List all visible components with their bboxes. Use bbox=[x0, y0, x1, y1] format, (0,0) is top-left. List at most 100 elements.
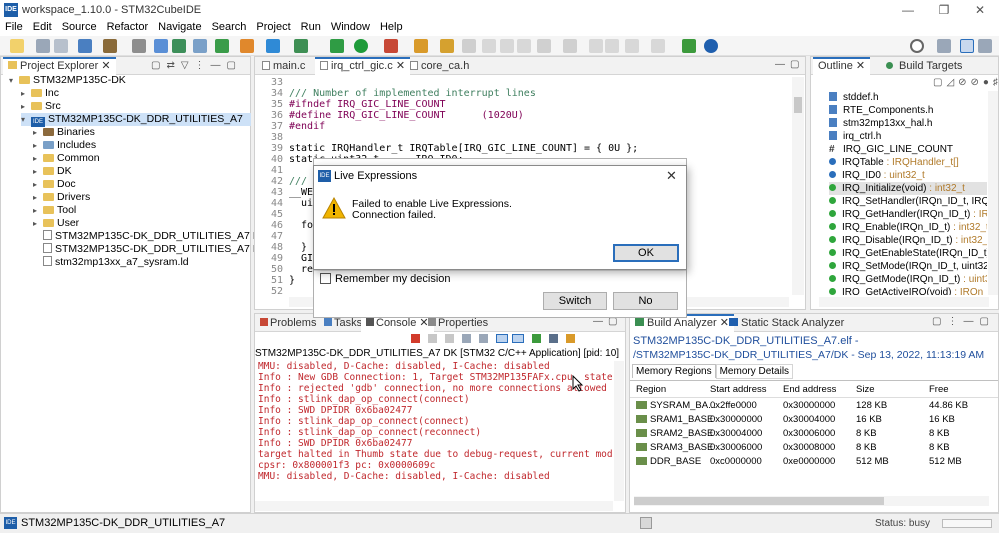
tab-irq-ctrl-gic-c[interactable]: irq_ctrl_gic.c ✕ bbox=[315, 57, 411, 75]
tree-item-cfg[interactable]: STM32MP135C-DK_DDR_UTILITIES_A7 DK.cfg bbox=[43, 230, 284, 243]
outline-hscrollbar[interactable] bbox=[819, 297, 989, 307]
new-icon[interactable] bbox=[10, 39, 24, 53]
open-console-icon[interactable] bbox=[566, 334, 575, 343]
outline-item[interactable]: IRQ_Initialize(void) : int32_t bbox=[829, 182, 987, 195]
tree-item-ld[interactable]: stm32mp13xx_a7_sysram.ld bbox=[43, 256, 189, 269]
search-icon[interactable] bbox=[910, 39, 924, 53]
no-button[interactable]: No bbox=[613, 292, 678, 310]
tree-item-drivers[interactable]: ▸ Drivers bbox=[33, 191, 90, 204]
back-icon[interactable] bbox=[605, 39, 619, 53]
outline-item[interactable]: # IRQ_GIC_LINE_COUNT bbox=[829, 143, 953, 156]
open-type-icon[interactable] bbox=[440, 39, 454, 53]
scroll-lock-icon[interactable] bbox=[479, 334, 488, 343]
subtab-memory-regions[interactable]: Memory Regions bbox=[632, 364, 716, 378]
device-icon[interactable] bbox=[132, 39, 146, 53]
outline-item[interactable]: IRQ_GetEnableState(IRQn_ID_t) : uin bbox=[829, 247, 987, 260]
run-icon[interactable] bbox=[354, 39, 368, 53]
refresh-icon[interactable] bbox=[172, 39, 186, 53]
outline-item[interactable]: IRQ_Disable(IRQn_ID_t) : int32_t bbox=[829, 234, 987, 247]
save-all-icon[interactable] bbox=[54, 39, 68, 53]
table-row[interactable]: SRAM1_BASE 0x30000000 0x30004000 16 KB 16 KB bbox=[630, 413, 998, 426]
open-task-icon[interactable] bbox=[414, 39, 428, 53]
target-icon[interactable] bbox=[193, 39, 207, 53]
column-header[interactable]: End address bbox=[783, 383, 836, 396]
info-icon[interactable] bbox=[704, 39, 718, 53]
analyzer-hscrollbar[interactable] bbox=[634, 496, 989, 506]
external-tools-icon[interactable] bbox=[240, 39, 254, 53]
tree-item-common[interactable]: ▸ Common bbox=[33, 152, 100, 165]
minimize-button[interactable]: — bbox=[893, 2, 923, 18]
menu-refactor[interactable]: Refactor bbox=[102, 20, 154, 34]
table-row[interactable]: SYSRAM_BA... 0x2ffe0000 0x30000000 128 KB 44… bbox=[630, 399, 998, 412]
coverage-icon[interactable] bbox=[294, 39, 308, 53]
forward-nav-icon[interactable] bbox=[651, 39, 665, 53]
progress-icon[interactable] bbox=[640, 517, 652, 529]
menu-run[interactable]: Run bbox=[296, 20, 326, 34]
editor-vertical-scrollbar[interactable] bbox=[792, 77, 804, 295]
menu-navigate[interactable]: Navigate bbox=[153, 20, 206, 34]
maximize-button[interactable]: ❐ bbox=[929, 2, 959, 18]
outline-item[interactable]: IRQ_GetMode(IRQn_ID_t) : uint32_t bbox=[829, 273, 987, 286]
menu-edit[interactable]: Edit bbox=[28, 20, 57, 34]
new-class-icon[interactable] bbox=[266, 39, 280, 53]
tab-project-explorer[interactable]: Project Explorer ✕ bbox=[3, 57, 116, 75]
outline-item[interactable]: IRQ_Enable(IRQn_ID_t) : int32_t bbox=[829, 221, 987, 234]
toggle-mark-icon[interactable] bbox=[482, 39, 496, 53]
tree-item-project[interactable]: ▾ STM32MP135C-DK bbox=[9, 74, 126, 87]
remember-decision-row[interactable]: Remember my decision bbox=[320, 273, 451, 287]
menu-help[interactable]: Help bbox=[375, 20, 408, 34]
tab-problems[interactable]: Problems bbox=[255, 314, 321, 332]
tab-outline[interactable]: Outline ✕ bbox=[813, 57, 871, 75]
close-tab-icon[interactable]: ✕ bbox=[856, 60, 865, 72]
tree-item-includes[interactable]: ▸ Includes bbox=[33, 139, 96, 152]
menu-project[interactable]: Project bbox=[251, 20, 295, 34]
outline-item[interactable]: stm32mp13xx_hal.h bbox=[829, 117, 933, 130]
search-tool-icon[interactable] bbox=[154, 39, 168, 53]
outline-item[interactable]: IRQ_SetMode(IRQn_ID_t, uint32_t) bbox=[829, 260, 987, 273]
prev-annotation-icon[interactable] bbox=[563, 39, 577, 53]
tab-static-stack-analyzer[interactable]: Static Stack Analyzer bbox=[724, 314, 849, 332]
tab-build-targets[interactable]: Build Targets bbox=[881, 57, 967, 75]
table-row[interactable]: SRAM2_BASE 0x30004000 0x30006000 8 KB 8 KB bbox=[630, 427, 998, 440]
tab-main-c[interactable]: main.c bbox=[257, 57, 310, 75]
menu-window[interactable]: Window bbox=[326, 20, 375, 34]
outline-item[interactable]: IRQ_GetHandler(IRQn_ID_t) : IRQHa bbox=[829, 208, 987, 221]
tree-item-user[interactable]: ▸ User bbox=[33, 217, 79, 230]
menu-search[interactable]: Search bbox=[207, 20, 252, 34]
show-console-icon[interactable] bbox=[512, 334, 524, 343]
column-header[interactable]: Region bbox=[636, 383, 666, 396]
clear-console-icon[interactable] bbox=[462, 334, 471, 343]
hscroll-thumb[interactable] bbox=[634, 497, 884, 505]
analyzer-toolbar-icons[interactable]: ▢⋮—▢ bbox=[932, 316, 995, 327]
editor-minmax-icons[interactable]: —▢ bbox=[775, 59, 804, 70]
word-wrap-icon[interactable] bbox=[496, 334, 508, 343]
close-tab-icon[interactable]: ✕ bbox=[101, 60, 110, 72]
remember-checkbox[interactable] bbox=[320, 273, 331, 284]
tree-item-dk[interactable]: ▸ DK bbox=[33, 165, 72, 178]
subtab-memory-details[interactable]: Memory Details bbox=[715, 364, 794, 379]
outline-toolbar-icons[interactable]: ▢◿⊘⊘●♯⋮ bbox=[933, 77, 999, 88]
outline-item[interactable]: IRQ_GetActiveIRQ(void) : IRQn_ID_t bbox=[829, 286, 987, 295]
column-header[interactable]: Start address bbox=[710, 383, 767, 396]
debug-perspective-icon[interactable] bbox=[978, 39, 992, 53]
table-row[interactable]: SRAM3_BASE 0x30006000 0x30008000 8 KB 8 KB bbox=[630, 441, 998, 454]
show-whitespace-icon[interactable] bbox=[517, 39, 531, 53]
console-output[interactable]: MMU: disabled, D-Cache: disabled, I-Cach… bbox=[255, 361, 613, 486]
menu-file[interactable]: File bbox=[0, 20, 28, 34]
settings-icon[interactable] bbox=[78, 39, 92, 53]
cpp-perspective-icon[interactable] bbox=[960, 39, 974, 53]
tree-item-src[interactable]: ▸ Src bbox=[21, 100, 61, 113]
column-header[interactable]: Free bbox=[929, 383, 949, 396]
outline-scrollbar[interactable] bbox=[988, 91, 998, 295]
column-header[interactable]: Size bbox=[856, 383, 874, 396]
outline-item[interactable]: irq_ctrl.h bbox=[829, 130, 881, 143]
remove-launch-icon[interactable] bbox=[428, 334, 437, 343]
tree-item-doc[interactable]: ▸ Doc bbox=[33, 178, 76, 191]
last-edit-icon[interactable] bbox=[589, 39, 603, 53]
remove-all-icon[interactable] bbox=[445, 334, 454, 343]
scroll-thumb[interactable] bbox=[794, 97, 802, 113]
tree-item-ddr-utilities[interactable]: ▾ IDE STM32MP135C-DK_DDR_UTILITIES_A7 bbox=[21, 113, 251, 127]
console-scrollbar[interactable] bbox=[614, 361, 624, 501]
ok-button[interactable]: OK bbox=[613, 244, 679, 262]
pen-icon[interactable] bbox=[462, 39, 476, 53]
